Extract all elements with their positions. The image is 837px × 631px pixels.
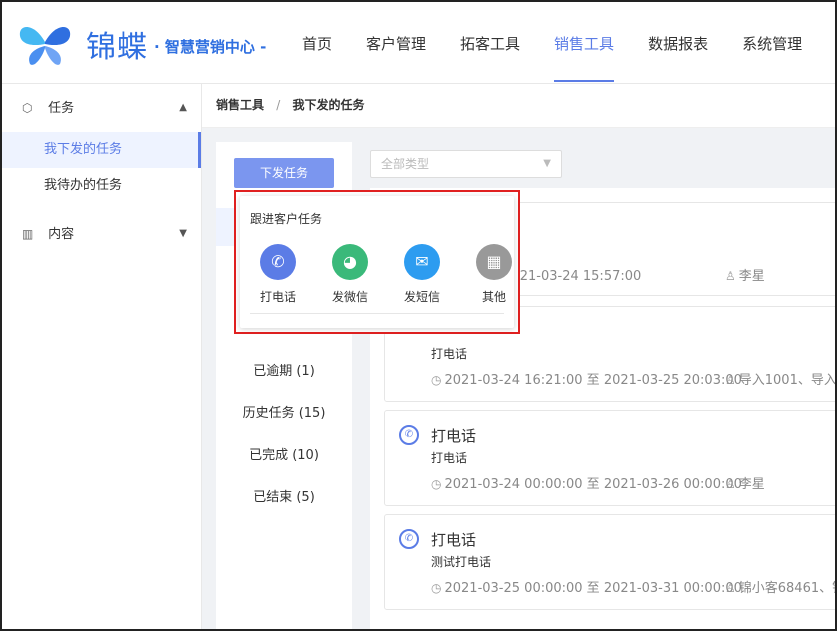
clock-icon: ◷ [431, 581, 442, 595]
chevron-up-icon: ▲ [179, 102, 187, 113]
breadcrumb-root[interactable]: 销售工具 [216, 98, 264, 112]
option-other[interactable]: ▦ 其他 [464, 244, 524, 305]
logo[interactable]: 锦蝶 · 智慧营销中心 - [16, 20, 266, 68]
nav-system-management[interactable]: 系统管理 [725, 2, 819, 84]
phone-task-icon: ✆ [399, 529, 419, 549]
nav-data-reports[interactable]: 数据报表 [631, 2, 725, 84]
user-icon: ♙ [725, 477, 736, 491]
option-call[interactable]: ✆ 打电话 [248, 244, 308, 305]
task-title: 打电话 [431, 531, 477, 549]
task-description: 打电话 [431, 347, 468, 361]
option-label: 发微信 [331, 290, 368, 304]
butterfly-logo-icon [19, 26, 71, 65]
user-icon: ♙ [725, 269, 736, 283]
chevron-down-icon: ▼ [179, 228, 187, 239]
breadcrumb-separator: / [276, 98, 281, 112]
breadcrumb-current: 我下发的任务 [292, 98, 365, 112]
option-label: 发短信 [403, 290, 440, 304]
nav-customer-management[interactable]: 客户管理 [349, 2, 443, 84]
task-type-popup: 跟进客户任务 ✆ 打电话 ◕ 发微信 ✉ 发短信 ▦ 其他 [240, 196, 514, 328]
status-history[interactable]: 历史任务 (15) [216, 402, 352, 421]
user-icon: ♙ [725, 373, 736, 387]
clock-icon: ◷ [431, 373, 442, 387]
wechat-icon: ◕ [332, 244, 368, 280]
task-assignee: ♙ 李星 [725, 269, 765, 284]
option-label: 打电话 [259, 290, 296, 304]
task-time: ◷ 2021-03-24 16:21:00 至 2021-03-25 20:03:… [431, 373, 742, 388]
option-sms[interactable]: ✉ 发短信 [392, 244, 452, 305]
sidebar-group-content[interactable]: ▥ 内容 ▼ [2, 210, 201, 258]
sidebar-item-todo-tasks[interactable]: 我待办的任务 [2, 168, 201, 204]
issue-task-button[interactable]: 下发任务 [234, 158, 334, 188]
sidebar: ⬡ 任务 ▲ 我下发的任务 我待办的任务 ▥ 内容 ▼ [2, 84, 202, 629]
sidebar-group-label: 任务 [48, 101, 75, 116]
cube-icon: ⬡ [22, 101, 33, 115]
task-description: 测试打电话 [431, 555, 492, 569]
option-wechat[interactable]: ◕ 发微信 [320, 244, 380, 305]
user-icon: ♙ [725, 581, 736, 595]
status-completed[interactable]: 已完成 (10) [216, 444, 352, 463]
logo-subtitle: · 智慧营销中心 - [154, 38, 267, 56]
top-header: 锦蝶 · 智慧营销中心 - 首页 客户管理 拓客工具 销售工具 数据报表 系统管… [2, 2, 835, 84]
popup-divider [250, 313, 504, 314]
book-icon: ▥ [22, 227, 34, 241]
popup-title: 跟进客户任务 [250, 212, 323, 226]
phone-icon: ✆ [260, 244, 296, 280]
nav-prospecting-tools[interactable]: 拓客工具 [443, 2, 537, 84]
clock-icon: ◷ [431, 477, 442, 491]
task-assignee: ♙ 锦小客68461、锦 [725, 581, 837, 596]
grid-icon: ▦ [476, 244, 512, 280]
task-title: 打电话 [431, 427, 477, 445]
task-type-placeholder: 全部类型 [381, 157, 430, 171]
task-type-popup-highlight: 跟进客户任务 ✆ 打电话 ◕ 发微信 ✉ 发短信 ▦ 其他 [234, 190, 520, 334]
option-label: 其他 [481, 290, 506, 304]
breadcrumb: 销售工具 / 我下发的任务 [202, 84, 835, 128]
task-description: 打电话 [431, 451, 468, 465]
sidebar-group-label: 内容 [48, 227, 75, 242]
status-overdue[interactable]: 已逾期 (1) [216, 360, 352, 379]
phone-task-icon: ✆ [399, 425, 419, 445]
sms-icon: ✉ [404, 244, 440, 280]
logo-text: 锦蝶 [86, 30, 148, 65]
task-card[interactable]: ✆ 打电话 测试打电话 ◷ 2021-03-25 00:00:00 至 2021-… [384, 514, 837, 610]
task-assignee: ♙ 李星 [725, 477, 765, 492]
nav-home[interactable]: 首页 [285, 2, 349, 84]
nav-sales-tools[interactable]: 销售工具 [537, 2, 631, 84]
task-time: ◷ 2021-03-25 00:00:00 至 2021-03-31 00:00:… [431, 581, 742, 596]
top-nav: 首页 客户管理 拓客工具 销售工具 数据报表 系统管理 [285, 2, 819, 84]
task-card[interactable]: ✆ 打电话 打电话 ◷ 2021-03-24 00:00:00 至 2021-03… [384, 410, 835, 506]
task-time: ◷ 2021-03-24 00:00:00 至 2021-03-26 00:00:… [431, 477, 742, 492]
sidebar-group-tasks[interactable]: ⬡ 任务 ▲ [2, 84, 201, 132]
status-ended[interactable]: 已结束 (5) [216, 486, 352, 505]
app-window: 锦蝶 · 智慧营销中心 - 首页 客户管理 拓客工具 销售工具 数据报表 系统管… [0, 0, 837, 631]
task-type-select[interactable]: 全部类型 ▼ [370, 150, 562, 178]
caret-down-icon: ▼ [543, 158, 551, 169]
sidebar-item-issued-tasks[interactable]: 我下发的任务 [2, 132, 201, 168]
task-assignee: ♙ 导入1001、导入 [725, 373, 837, 388]
